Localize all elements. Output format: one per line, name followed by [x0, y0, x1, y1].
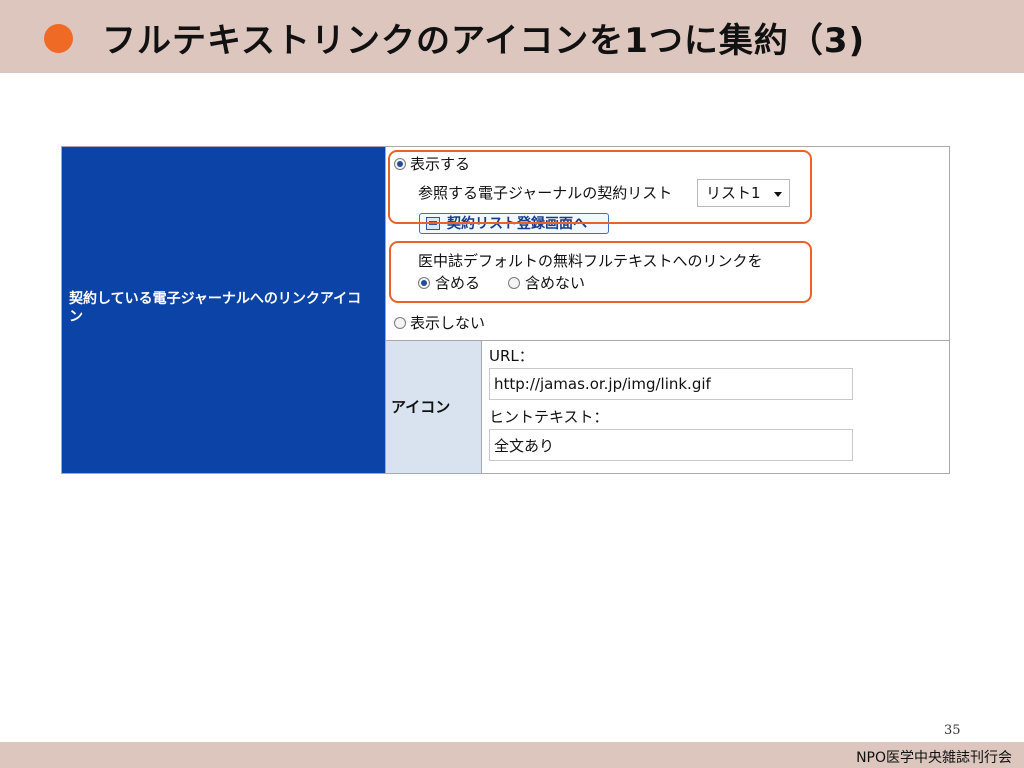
page-number: 35	[944, 723, 961, 738]
settings-table: 契約している電子ジャーナルへのリンクアイコン 表示する 参照する電子ジャーナルの…	[61, 146, 950, 474]
title-bar: フルテキストリンクのアイコンを1つに集約（3)	[0, 0, 1024, 73]
slide-title: フルテキストリンクのアイコンを1つに集約（3)	[102, 21, 866, 61]
icon-fields: URL： ヒントテキスト：	[482, 340, 949, 473]
hint-label: ヒントテキスト：	[489, 408, 609, 426]
row-label: 契約している電子ジャーナルへのリンクアイコン	[69, 291, 362, 325]
url-input[interactable]	[489, 368, 853, 400]
icon-label: アイコン	[391, 398, 451, 416]
display-options: 表示する 参照する電子ジャーナルの契約リスト リスト1 契約リスト登録画面へ 医…	[385, 147, 949, 340]
footer-text: NPO医学中央雑誌刊行会	[856, 750, 1012, 766]
bullet-icon	[44, 24, 73, 53]
highlight-free-link	[389, 241, 812, 303]
hide-option-label: 表示しない	[410, 314, 486, 332]
footer-bar: NPO医学中央雑誌刊行会	[0, 742, 1024, 768]
highlight-contract	[388, 150, 812, 224]
hint-input[interactable]	[489, 429, 853, 461]
icon-header-cell: アイコン	[385, 340, 482, 473]
hide-radio[interactable]	[394, 317, 406, 329]
url-label: URL：	[489, 347, 534, 365]
row-label-cell: 契約している電子ジャーナルへのリンクアイコン	[62, 147, 385, 473]
